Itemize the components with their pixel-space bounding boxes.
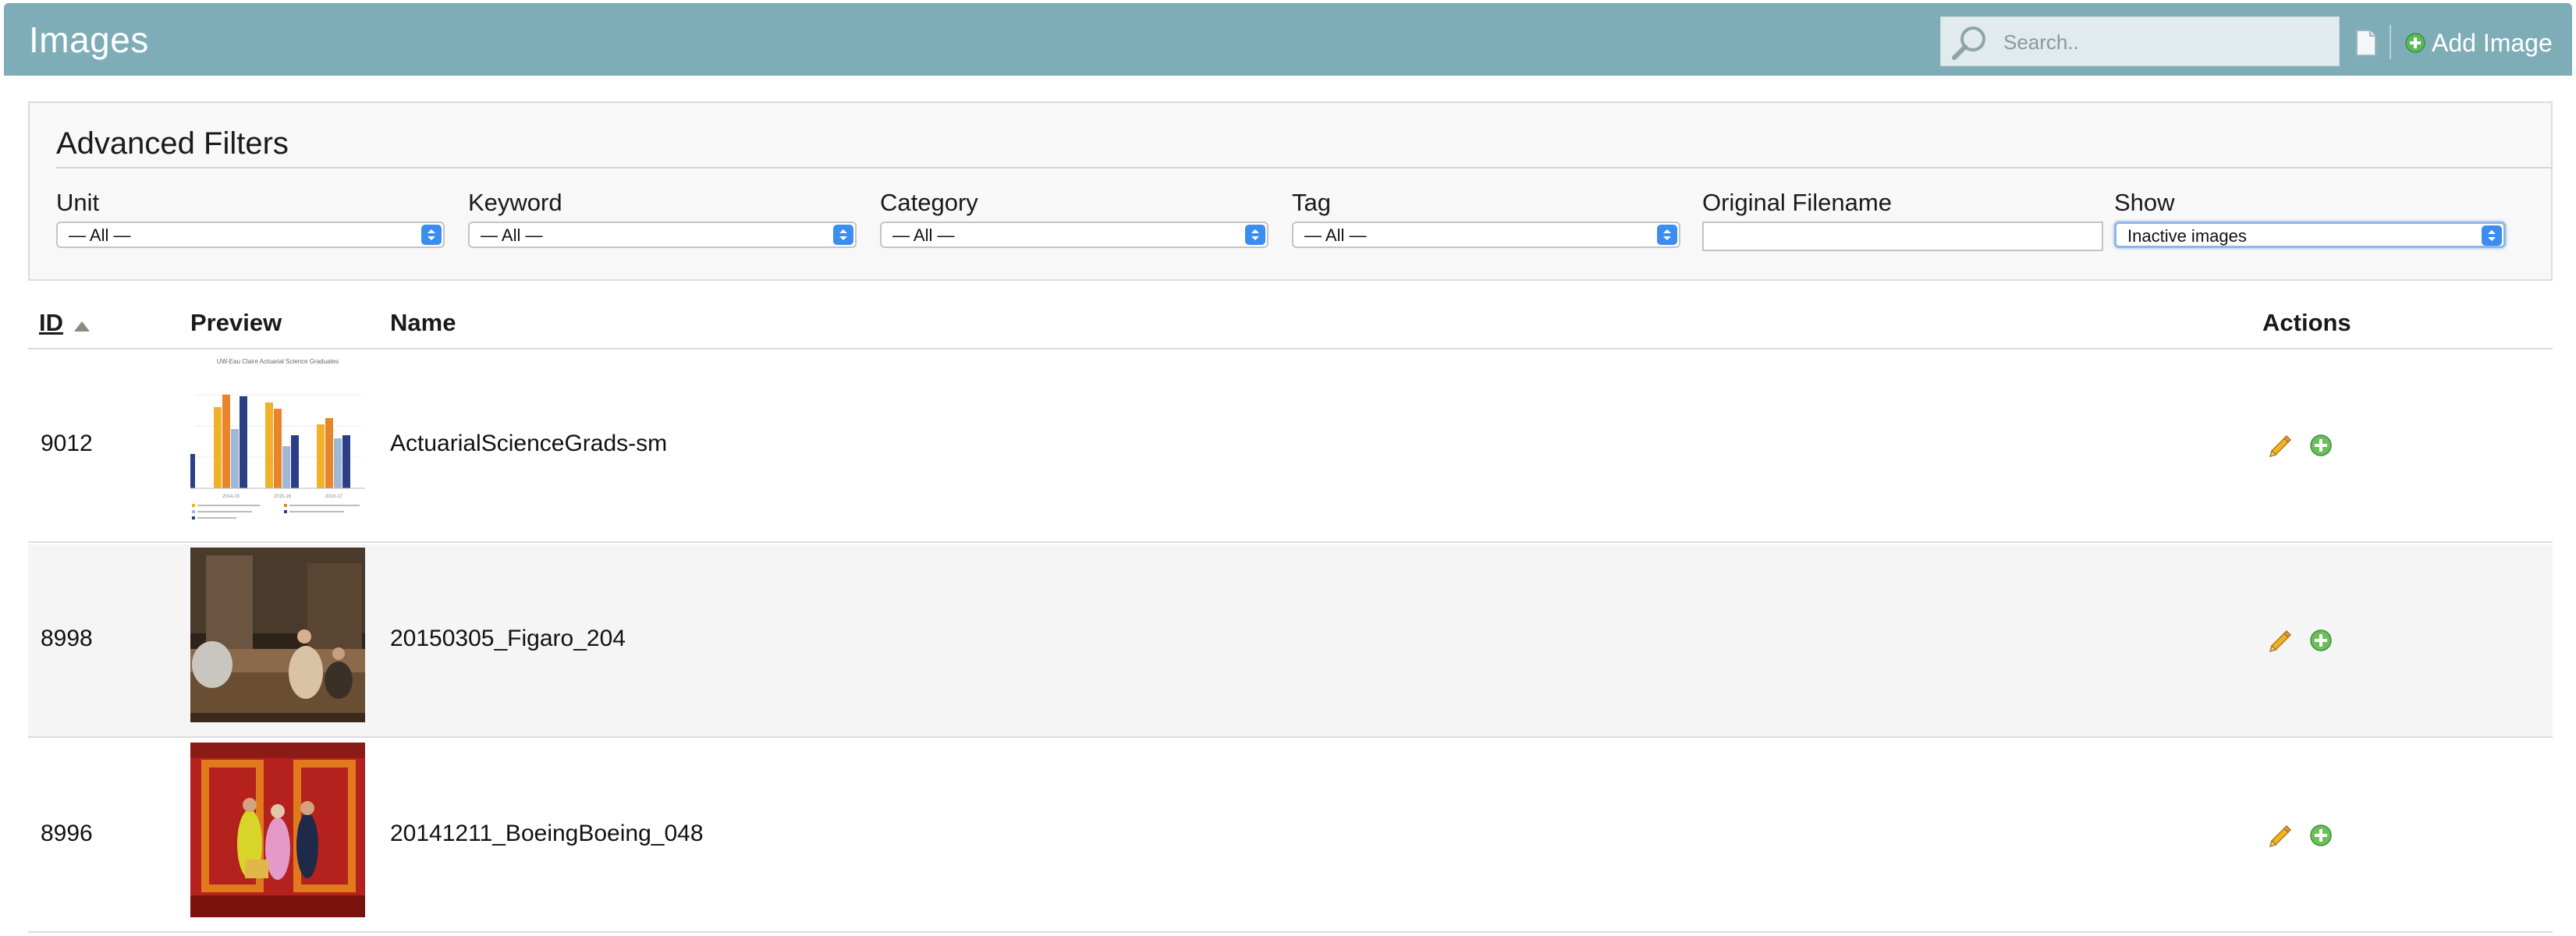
stage-photo-thumbnail [190, 548, 365, 722]
keyword-label: Keyword [468, 189, 562, 216]
thumb-chart-category: 2016-17 [325, 495, 343, 499]
show-label: Show [2114, 189, 2175, 216]
unit-filter: Unit — All — [56, 187, 446, 248]
stage-photo-thumbnail [190, 743, 365, 917]
pencil-icon[interactable] [2267, 627, 2294, 654]
add-image-button[interactable]: Add Image [2405, 27, 2553, 58]
select-arrows-icon [1657, 225, 1677, 245]
category-label: Category [880, 189, 978, 216]
row-name: ActuarialScienceGrads-sm [390, 431, 668, 456]
tag-select-value: — All — [1304, 225, 1367, 245]
plus-circle-icon [2405, 33, 2425, 53]
tag-label: Tag [1292, 189, 1331, 216]
original-filename-filter: Original Filename [1702, 187, 2108, 251]
preview-thumbnail[interactable] [190, 548, 365, 732]
header-divider [2390, 25, 2391, 59]
row-id: 8996 [41, 821, 93, 846]
plus-circle-icon[interactable] [2309, 434, 2333, 457]
column-header-name: Name [390, 309, 456, 336]
category-filter: Category — All — [880, 187, 1270, 248]
tag-select[interactable]: — All — [1292, 222, 1680, 248]
show-filter: Show Inactive images [2114, 187, 2507, 248]
magnifier-icon [1952, 27, 1985, 60]
row-name: 20150305_Figaro_204 [390, 626, 626, 651]
category-select[interactable]: — All — [880, 222, 1268, 248]
show-select-value: Inactive images [2127, 226, 2247, 246]
keyword-select-value: — All — [481, 225, 543, 245]
tag-filter: Tag — All — [1292, 187, 1682, 248]
column-header-preview: Preview [190, 309, 282, 336]
table-header: ID Preview Name Actions [28, 300, 2553, 349]
unit-select[interactable]: — All — [56, 222, 445, 248]
select-arrows-icon [421, 225, 442, 245]
original-filename-label: Original Filename [1702, 189, 1892, 216]
keyword-filter: Keyword — All — [468, 187, 858, 248]
table-row: 8996 20141211_BoeingBoeing_048 [28, 739, 2553, 933]
add-image-label: Add Image [2432, 28, 2553, 57]
filters-title: Advanced Filters [56, 126, 289, 161]
select-arrows-icon [2482, 225, 2502, 246]
column-header-actions: Actions [2262, 309, 2351, 336]
row-id: 8998 [41, 626, 93, 651]
plus-circle-icon[interactable] [2309, 629, 2333, 652]
table-row: 8998 20150305_Figaro_204 [28, 544, 2553, 738]
sort-ascending-icon[interactable] [73, 320, 90, 332]
unit-select-value: — All — [69, 225, 131, 245]
column-header-id[interactable]: ID [39, 309, 63, 337]
search-box[interactable] [1940, 16, 2340, 66]
thumb-chart-title: UW-Eau Claire Actuarial Science Graduate… [217, 358, 339, 365]
select-arrows-icon [833, 225, 853, 245]
search-input[interactable] [2002, 27, 2333, 58]
pencil-icon[interactable] [2267, 432, 2294, 459]
thumb-chart-category: 2014-15 [222, 495, 240, 499]
chart-thumbnail-image: UW-Eau Claire Actuarial Science Graduate… [190, 353, 365, 537]
row-name: 20141211_BoeingBoeing_048 [390, 821, 704, 846]
preview-thumbnail[interactable] [190, 743, 365, 927]
preview-thumbnail[interactable]: UW-Eau Claire Actuarial Science Graduate… [190, 353, 365, 537]
filters-divider [56, 167, 2553, 168]
images-page: Images Add Image Advanced Filters [0, 0, 2576, 936]
original-filename-input[interactable] [1702, 222, 2103, 251]
pencil-icon[interactable] [2267, 822, 2294, 849]
row-id: 9012 [41, 431, 93, 456]
plus-circle-icon[interactable] [2309, 824, 2333, 847]
advanced-filters-panel: Advanced Filters Unit — All — Keyword — … [28, 101, 2553, 281]
show-select[interactable]: Inactive images [2114, 222, 2506, 248]
table-row: 9012 UW-Eau Claire Actuarial Science Gra… [28, 349, 2553, 543]
document-icon[interactable] [2355, 30, 2377, 56]
keyword-select[interactable]: — All — [468, 222, 857, 248]
category-select-value: — All — [892, 225, 955, 245]
header-bar: Images Add Image [4, 3, 2572, 76]
select-arrows-icon [1245, 225, 1265, 245]
thumb-chart-category: 2015-16 [274, 495, 292, 499]
page-title: Images [29, 20, 149, 60]
unit-label: Unit [56, 189, 100, 216]
